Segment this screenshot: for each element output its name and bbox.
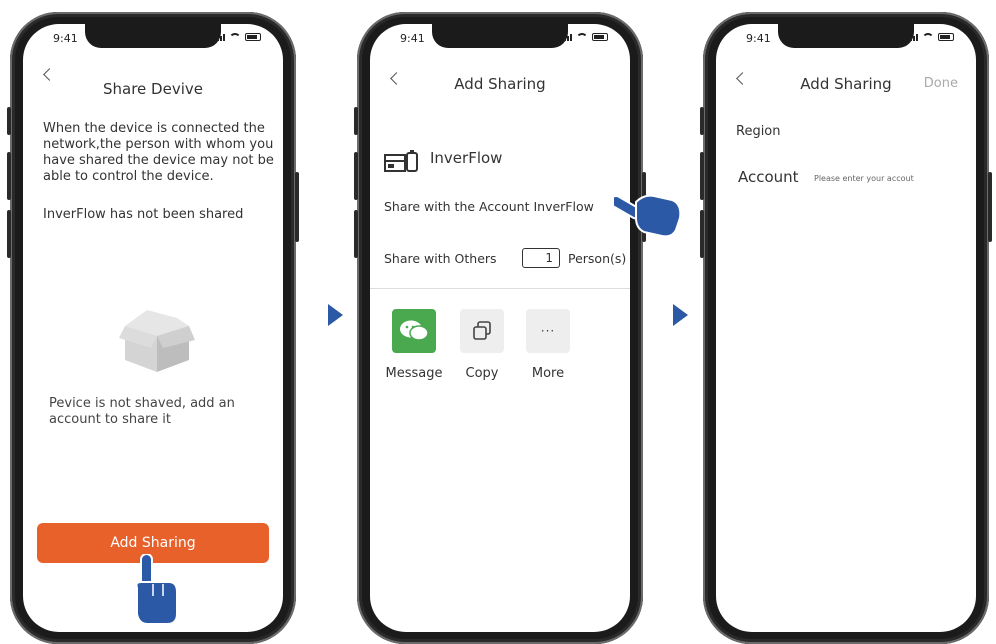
phone-frame-1: 9:41 Share Devive When the device is con… [7, 12, 299, 644]
notch [85, 24, 221, 48]
more-icon: ··· [540, 324, 556, 338]
message-share-button[interactable] [392, 309, 436, 353]
divider [370, 288, 630, 289]
copy-share-button[interactable] [460, 309, 504, 353]
account-input[interactable]: Please enter your accout [814, 174, 914, 183]
copy-icon [473, 321, 491, 340]
next-step-arrow-2 [673, 304, 688, 326]
region-label[interactable]: Region [736, 124, 781, 139]
page-title: Share Devive [103, 80, 203, 98]
phone-frame-3: 9:41 Add Sharing Done Region Account Ple… [700, 12, 992, 644]
wifi-icon [922, 33, 934, 41]
message-icon [400, 320, 429, 341]
status-icons [217, 33, 261, 41]
signal-icon [910, 34, 918, 41]
page-title: Add Sharing [454, 75, 546, 93]
empty-state-text: Pevice is not shaved, add an account to … [49, 396, 235, 427]
screen-add-sharing-account: 9:41 Add Sharing Done Region Account Ple… [716, 24, 976, 632]
pointing-hand-icon [135, 554, 178, 624]
status-time: 9:41 [746, 32, 771, 45]
copy-label: Copy [465, 366, 499, 381]
persons-label: Person(s) [568, 251, 627, 266]
status-time: 9:41 [53, 32, 78, 45]
signal-icon [564, 34, 572, 41]
phone-frame-2: 9:41 Add Sharing InverFlow Share with th… [354, 12, 646, 644]
battery-icon [245, 33, 261, 41]
status-icons [910, 33, 954, 41]
status-icons [564, 33, 608, 41]
account-label: Account [738, 168, 799, 186]
wifi-icon [576, 33, 588, 41]
not-shared-text: InverFlow has not been shared [43, 207, 244, 222]
share-with-account-option[interactable]: Share with the Account InverFlow [384, 199, 594, 214]
empty-box-icon [119, 310, 195, 372]
back-icon[interactable] [43, 68, 56, 81]
device-name: InverFlow [430, 149, 503, 167]
wifi-icon [229, 33, 241, 41]
more-label: More [531, 366, 565, 381]
done-button[interactable]: Done [924, 76, 958, 91]
notch [432, 24, 568, 48]
notch [778, 24, 914, 48]
share-with-others-label: Share with Others [384, 251, 497, 266]
pointing-hand-icon [614, 194, 682, 238]
device-icon [384, 150, 418, 172]
battery-icon [938, 33, 954, 41]
status-time: 9:41 [400, 32, 425, 45]
signal-icon [217, 34, 225, 41]
more-share-button[interactable]: ··· [526, 309, 570, 353]
share-description: When the device is connected the network… [43, 121, 274, 184]
screen-add-sharing: 9:41 Add Sharing InverFlow Share with th… [370, 24, 630, 632]
persons-count-input[interactable]: 1 [522, 248, 560, 268]
battery-icon [592, 33, 608, 41]
message-label: Message [385, 366, 443, 381]
next-step-arrow-1 [328, 304, 343, 326]
screen-share-device: 9:41 Share Devive When the device is con… [23, 24, 283, 632]
